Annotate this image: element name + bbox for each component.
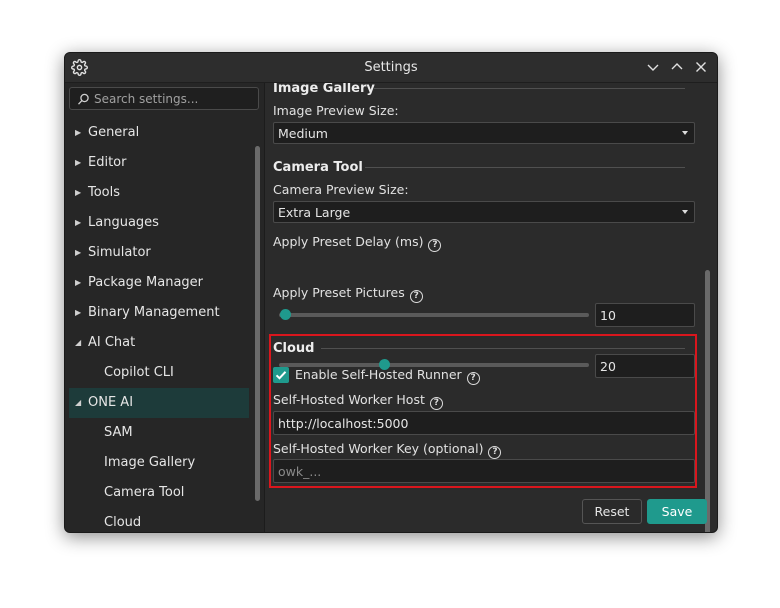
worker-key-input[interactable]: owk_... bbox=[273, 459, 695, 483]
collapse-arrow-icon[interactable]: ◢ bbox=[75, 328, 83, 358]
section-divider bbox=[321, 348, 685, 349]
sidebar-item-cloud[interactable]: Cloud bbox=[69, 508, 249, 532]
sidebar-item-binary-management[interactable]: ▶ Binary Management bbox=[69, 298, 249, 328]
preset-pictures-label: Apply Preset Pictures? bbox=[273, 285, 423, 303]
sidebar-scrollbar[interactable] bbox=[255, 146, 260, 501]
preset-delay-slider[interactable] bbox=[279, 313, 589, 317]
window-title: Settings bbox=[364, 60, 418, 75]
expand-arrow-icon[interactable]: ▶ bbox=[75, 208, 83, 238]
sidebar-item-camera-tool[interactable]: Camera Tool bbox=[69, 478, 249, 508]
help-icon[interactable]: ? bbox=[488, 446, 502, 459]
help-icon[interactable]: ? bbox=[428, 239, 442, 252]
sidebar-item-package-manager[interactable]: ▶ Package Manager bbox=[69, 268, 249, 298]
sidebar-item-general[interactable]: ▶ General bbox=[69, 118, 249, 148]
search-icon bbox=[78, 93, 89, 105]
save-button[interactable]: Save bbox=[647, 499, 707, 524]
content-scrollbar[interactable] bbox=[705, 270, 710, 532]
sidebar-item-copilot-cli[interactable]: Copilot CLI bbox=[69, 358, 249, 388]
section-title-image-gallery: Image Gallery bbox=[273, 83, 375, 96]
checkmark-icon bbox=[275, 371, 287, 380]
section-title-cloud: Cloud bbox=[273, 341, 315, 356]
sidebar-item-sam[interactable]: SAM bbox=[69, 418, 249, 448]
worker-host-input[interactable]: http://localhost:5000 bbox=[273, 411, 695, 435]
collapse-arrow-icon[interactable]: ◢ bbox=[75, 388, 83, 418]
sidebar-item-tools[interactable]: ▶ Tools bbox=[69, 178, 249, 208]
worker-host-label: Self-Hosted Worker Host? bbox=[273, 392, 443, 410]
expand-arrow-icon[interactable]: ▶ bbox=[75, 148, 83, 178]
chevron-up-icon[interactable] bbox=[669, 59, 685, 75]
section-title-camera-tool: Camera Tool bbox=[273, 160, 363, 175]
worker-key-label: Self-Hosted Worker Key (optional)? bbox=[273, 441, 502, 459]
camera-preview-size-select[interactable]: Extra Large bbox=[273, 201, 695, 223]
dropdown-arrow-icon bbox=[682, 131, 688, 135]
help-icon[interactable]: ? bbox=[409, 290, 423, 303]
settings-content: Image Gallery Image Preview Size: Medium… bbox=[265, 83, 717, 532]
preset-delay-label: Apply Preset Delay (ms)? bbox=[273, 234, 442, 252]
sidebar-item-simulator[interactable]: ▶ Simulator bbox=[69, 238, 249, 268]
expand-arrow-icon[interactable]: ▶ bbox=[75, 118, 83, 148]
close-icon[interactable] bbox=[693, 59, 709, 75]
sidebar-item-one-ai[interactable]: ◢ ONE AI bbox=[69, 388, 249, 418]
expand-arrow-icon[interactable]: ▶ bbox=[75, 268, 83, 298]
image-preview-size-label: Image Preview Size: bbox=[273, 103, 399, 118]
title-bar[interactable]: Settings bbox=[65, 53, 717, 83]
help-icon[interactable]: ? bbox=[429, 397, 443, 410]
sidebar-item-image-gallery[interactable]: Image Gallery bbox=[69, 448, 249, 478]
preset-delay-input[interactable]: 10 bbox=[595, 303, 695, 327]
chevron-down-icon[interactable] bbox=[645, 59, 661, 75]
expand-arrow-icon[interactable]: ▶ bbox=[75, 238, 83, 268]
dropdown-arrow-icon bbox=[682, 210, 688, 214]
enable-runner-label[interactable]: Enable Self-Hosted Runner? bbox=[295, 367, 480, 385]
sidebar-item-ai-chat[interactable]: ◢ AI Chat bbox=[69, 328, 249, 358]
sidebar-item-editor[interactable]: ▶ Editor bbox=[69, 148, 249, 178]
expand-arrow-icon[interactable]: ▶ bbox=[75, 298, 83, 328]
sidebar-item-languages[interactable]: ▶ Languages bbox=[69, 208, 249, 238]
help-icon[interactable]: ? bbox=[466, 372, 480, 385]
section-divider bbox=[365, 167, 685, 168]
camera-preview-size-label: Camera Preview Size: bbox=[273, 182, 409, 197]
settings-window: Settings ▶ General ▶ Editor ▶ Tools bbox=[64, 52, 718, 533]
image-preview-size-select[interactable]: Medium bbox=[273, 122, 695, 144]
preset-delay-slider-handle[interactable] bbox=[279, 309, 291, 320]
enable-runner-checkbox[interactable] bbox=[273, 367, 289, 383]
search-box[interactable] bbox=[69, 87, 259, 110]
section-divider bbox=[373, 88, 685, 89]
expand-arrow-icon[interactable]: ▶ bbox=[75, 178, 83, 208]
sidebar: ▶ General ▶ Editor ▶ Tools ▶ Languages ▶… bbox=[65, 83, 265, 532]
search-input[interactable] bbox=[94, 90, 254, 107]
reset-button[interactable]: Reset bbox=[582, 499, 642, 524]
